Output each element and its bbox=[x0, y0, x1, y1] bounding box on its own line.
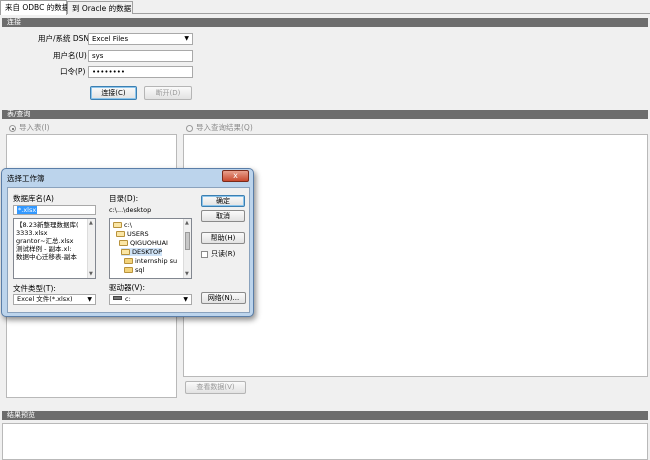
file-item[interactable]: grantor~汇总.xlsx bbox=[16, 237, 74, 245]
file-list-scrollbar[interactable]: ▲ ▼ bbox=[87, 219, 95, 278]
readonly-checkbox[interactable] bbox=[201, 251, 208, 258]
directory-label: 目录(D): bbox=[109, 194, 139, 203]
chevron-down-icon: ▼ bbox=[183, 296, 188, 303]
file-item[interactable]: 测试样例 - 副本.xl: bbox=[16, 245, 71, 253]
file-item[interactable]: 3333.xlsx bbox=[16, 229, 48, 237]
dsn-select[interactable]: Excel Files ▼ bbox=[88, 33, 193, 45]
disconnect-button[interactable]: 断开(D) bbox=[144, 86, 192, 100]
cancel-button[interactable]: 取消 bbox=[201, 210, 245, 222]
close-icon: x bbox=[233, 171, 238, 180]
chevron-down-icon: ▼ bbox=[87, 296, 92, 303]
tab-oracle-data[interactable]: 到 Oracle 的数据 bbox=[67, 1, 133, 14]
scroll-down-icon[interactable]: ▼ bbox=[185, 271, 189, 277]
results-section-header: 结果预览 bbox=[2, 411, 648, 420]
scroll-thumb[interactable] bbox=[185, 232, 190, 250]
network-button[interactable]: 网络(N)... bbox=[201, 292, 246, 304]
drive-value: c: bbox=[125, 295, 131, 303]
drive-icon bbox=[113, 296, 122, 300]
folder-item[interactable]: QIGUOHUAI bbox=[119, 239, 168, 247]
file-item[interactable]: 【8.23新整理数据库( bbox=[16, 221, 79, 229]
db-name-label: 数据库名(A) bbox=[13, 194, 54, 203]
username-label: 用户名(U) bbox=[53, 51, 87, 60]
folder-icon bbox=[124, 258, 133, 264]
import-query-label: 导入查询结果(Q) bbox=[196, 123, 253, 132]
dsn-label: 用户/系统 DSN bbox=[38, 34, 90, 43]
connect-button[interactable]: 连接(C) bbox=[90, 86, 137, 100]
folder-open-icon bbox=[119, 240, 128, 246]
folder-open-icon bbox=[116, 231, 125, 237]
password-field[interactable]: •••••••• bbox=[88, 66, 193, 78]
readonly-label: 只读(R) bbox=[211, 250, 236, 258]
file-item[interactable]: 数据中心迁移表-副本 bbox=[16, 253, 77, 261]
username-field[interactable]: sys bbox=[88, 50, 193, 62]
dsn-value: Excel Files bbox=[92, 35, 129, 43]
folder-icon bbox=[124, 267, 133, 273]
drive-label: 驱动器(V): bbox=[109, 283, 146, 292]
dialog-body: 数据库名(A) *.xlsx 【8.23新整理数据库( 3333.xlsx gr… bbox=[7, 187, 250, 313]
tab-strip: 来自 ODBC 的数据 到 Oracle 的数据 bbox=[0, 0, 650, 15]
chevron-down-icon: ▼ bbox=[184, 35, 189, 42]
ok-button[interactable]: 确定 bbox=[201, 195, 245, 207]
scroll-down-icon[interactable]: ▼ bbox=[89, 271, 93, 277]
db-name-value: *.xlsx bbox=[17, 206, 38, 214]
folder-list-scrollbar[interactable]: ▲ ▼ bbox=[183, 219, 191, 278]
folder-item[interactable]: USERS bbox=[116, 230, 149, 238]
help-button[interactable]: 帮助(H) bbox=[201, 232, 245, 244]
scroll-up-icon[interactable]: ▲ bbox=[89, 220, 93, 226]
folder-item[interactable]: c:\ bbox=[113, 221, 132, 229]
folder-list[interactable]: c:\ USERS QIGUOHUAI DESKTOP internship s… bbox=[109, 218, 192, 279]
connection-section-header: 连接 bbox=[2, 18, 648, 27]
folder-item[interactable]: sql bbox=[124, 266, 144, 274]
drive-select[interactable]: c: ▼ bbox=[109, 294, 192, 305]
results-preview-area bbox=[2, 423, 648, 460]
directory-path: c:\...\desktop bbox=[109, 206, 152, 214]
password-label: 口令(P) bbox=[60, 67, 86, 76]
file-list[interactable]: 【8.23新整理数据库( 3333.xlsx grantor~汇总.xlsx 测… bbox=[13, 218, 96, 279]
scroll-up-icon[interactable]: ▲ bbox=[185, 220, 189, 226]
file-type-select[interactable]: Excel 文件(*.xlsx) ▼ bbox=[13, 294, 96, 305]
close-button[interactable]: x bbox=[222, 170, 249, 182]
folder-open-icon bbox=[113, 222, 122, 228]
db-name-input[interactable]: *.xlsx bbox=[13, 205, 96, 215]
import-query-radio[interactable] bbox=[186, 125, 193, 132]
import-table-radio[interactable] bbox=[9, 125, 16, 132]
folder-open-icon bbox=[121, 249, 130, 255]
folder-item[interactable]: internship su bbox=[124, 257, 177, 265]
file-type-label: 文件类型(T): bbox=[13, 284, 56, 293]
file-type-value: Excel 文件(*.xlsx) bbox=[17, 295, 73, 303]
view-data-button[interactable]: 查看数据(V) bbox=[185, 381, 246, 394]
tab-odbc-data[interactable]: 来自 ODBC 的数据 bbox=[0, 0, 69, 15]
select-workbook-dialog: 选择工作簿 x 数据库名(A) *.xlsx 【8.23新整理数据库( 3333… bbox=[1, 168, 254, 317]
table-query-section-header: 表/查询 bbox=[2, 110, 648, 119]
folder-item-selected[interactable]: DESKTOP bbox=[121, 248, 163, 256]
dialog-title: 选择工作簿 bbox=[7, 174, 45, 183]
import-table-label: 导入表(I) bbox=[19, 123, 50, 132]
